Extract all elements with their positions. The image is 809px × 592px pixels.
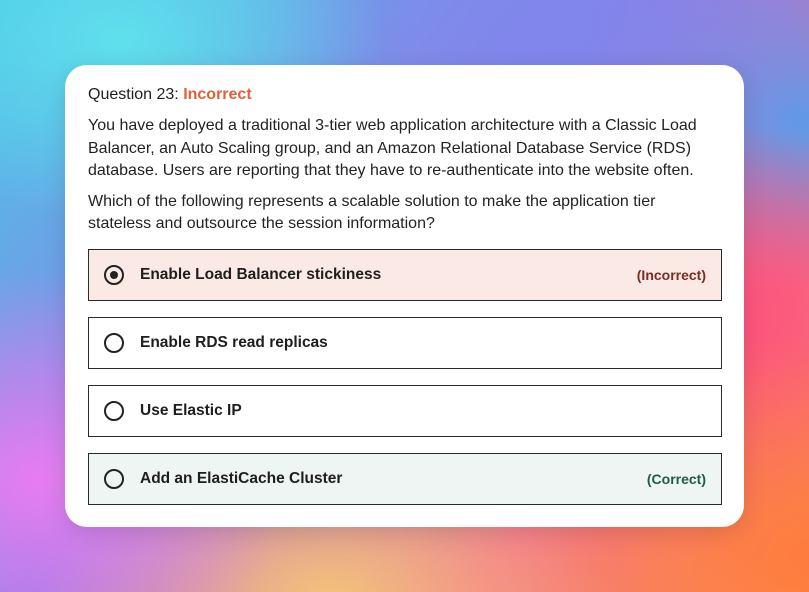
question-text: You have deployed a traditional 3-tier w… [88, 117, 697, 179]
answer-option-label: Enable Load Balancer stickiness [140, 266, 382, 283]
answer-option-3[interactable]: Use Elastic IP [88, 385, 722, 437]
question-body: You have deployed a traditional 3-tier w… [88, 115, 722, 236]
question-card: Question 23: Incorrect You have deployed… [65, 65, 744, 527]
question-header: Question 23: Incorrect [88, 85, 722, 105]
answer-option-label: Add an ElastiCache Cluster [140, 470, 343, 487]
question-prompt: Which of the following represents a scal… [88, 192, 656, 233]
radio-unselected-icon[interactable] [104, 401, 124, 421]
radio-unselected-icon[interactable] [104, 333, 124, 353]
answer-options: Enable Load Balancer stickiness (Incorre… [88, 249, 722, 521]
question-number: Question 23: [88, 86, 179, 103]
question-status: Incorrect [183, 86, 252, 103]
correct-badge: (Correct) [646, 471, 706, 487]
answer-option-2[interactable]: Enable RDS read replicas [88, 317, 722, 369]
answer-option-1[interactable]: Enable Load Balancer stickiness (Incorre… [88, 249, 722, 301]
radio-selected-icon[interactable] [104, 265, 124, 285]
answer-option-label: Enable RDS read replicas [140, 334, 328, 351]
answer-option-4[interactable]: Add an ElastiCache Cluster (Correct) [88, 453, 722, 505]
radio-unselected-icon[interactable] [104, 469, 124, 489]
incorrect-badge: (Incorrect) [636, 267, 706, 283]
answer-option-label: Use Elastic IP [140, 402, 242, 419]
